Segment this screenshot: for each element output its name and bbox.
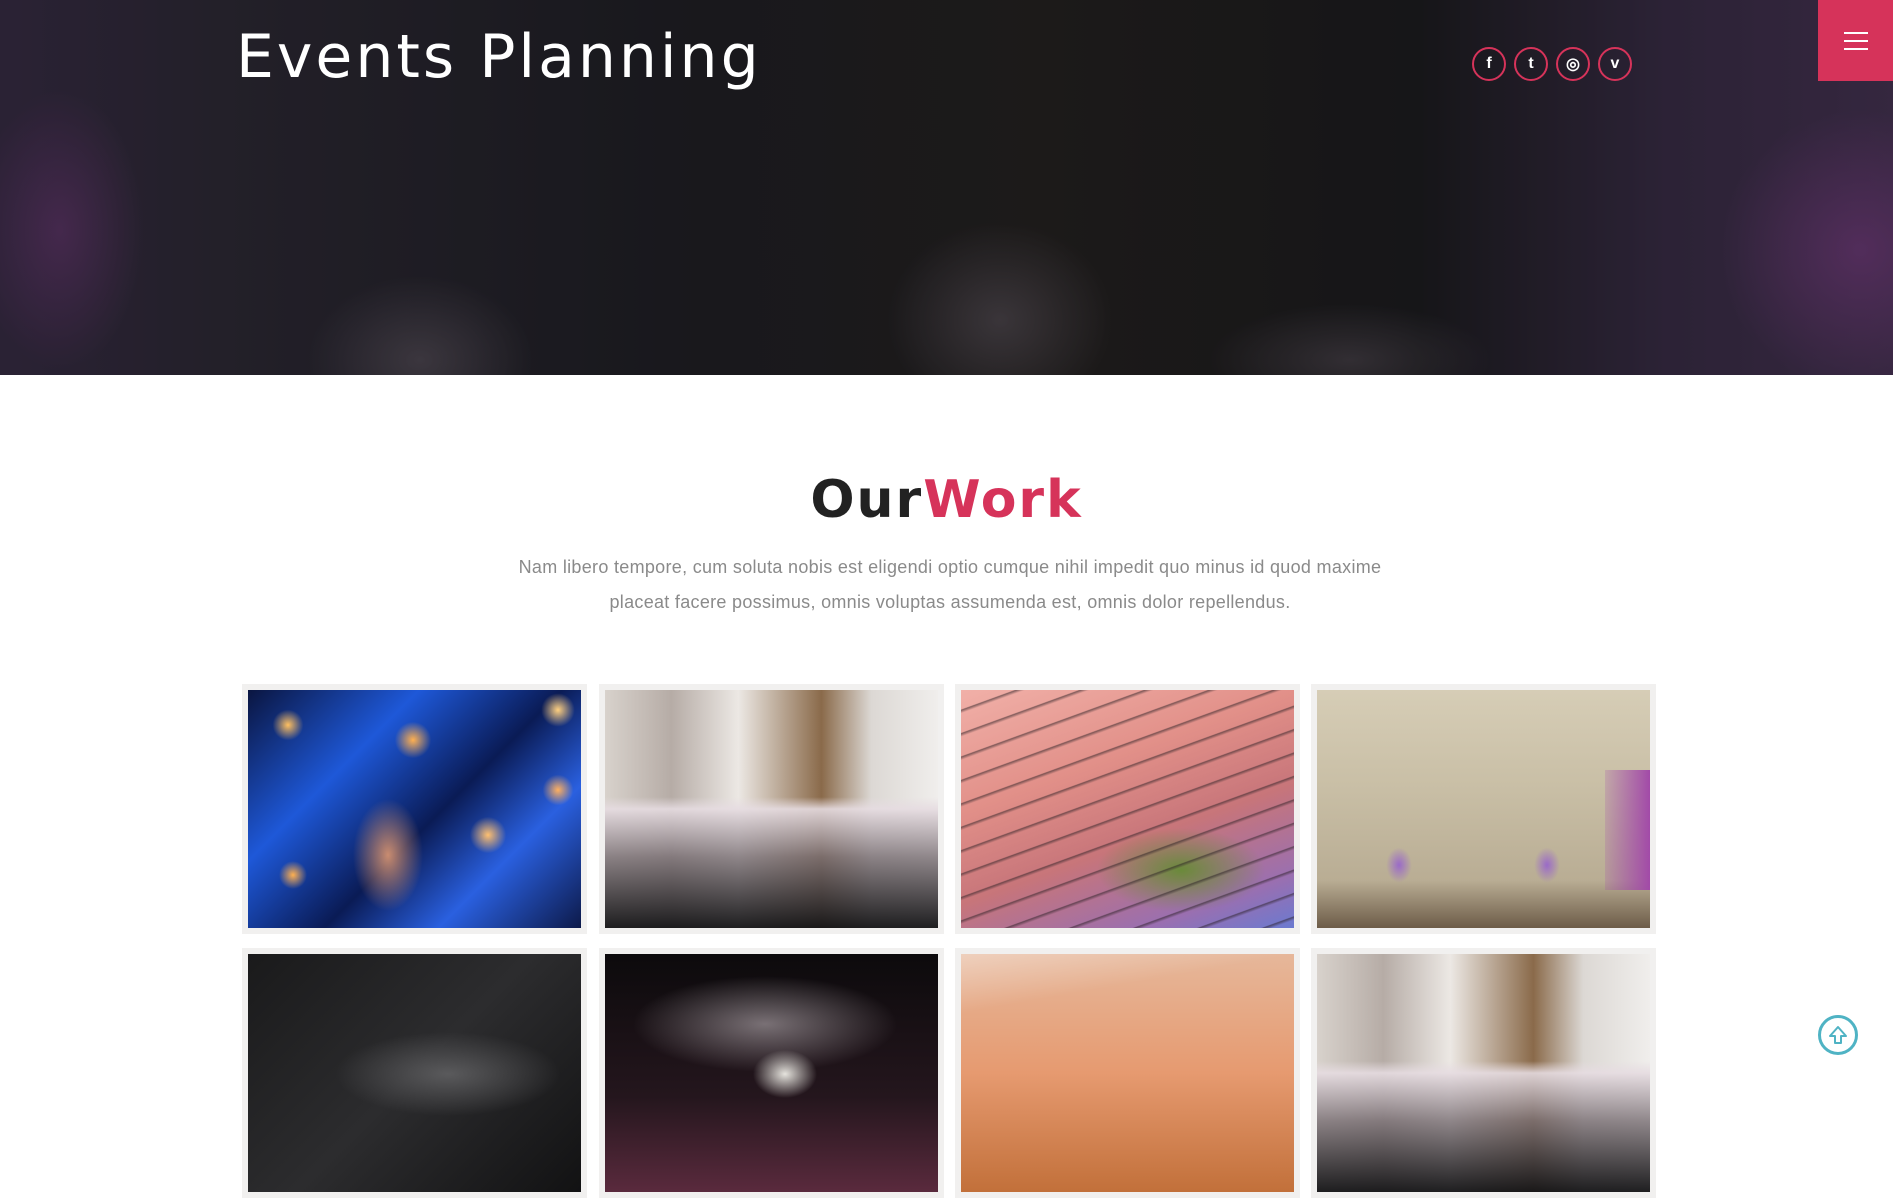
gallery-image (1317, 690, 1650, 928)
section-description: Nam libero tempore, cum soluta nobis est… (518, 557, 1382, 612)
gallery-item[interactable] (955, 948, 1300, 1198)
section-title: OurWork (0, 470, 1893, 530)
gallery-image (1317, 954, 1650, 1192)
site-title[interactable]: Events Planning (236, 22, 762, 92)
section-title-part1: Our (810, 470, 924, 530)
twitter-icon[interactable]: t (1514, 47, 1548, 81)
gallery-image (248, 954, 581, 1192)
gallery-item[interactable] (599, 948, 944, 1198)
gallery-image (248, 690, 581, 928)
gallery-item[interactable] (1311, 684, 1656, 934)
hero-banner: Events Planning f t ◎ v (0, 0, 1893, 375)
gallery-image (605, 954, 938, 1192)
gallery-item[interactable] (599, 684, 944, 934)
gallery-item[interactable] (242, 684, 587, 934)
gallery-item[interactable] (242, 948, 587, 1198)
menu-bar (1843, 31, 1868, 34)
social-links: f t ◎ v (1472, 47, 1632, 81)
menu-bar (1843, 39, 1868, 42)
facebook-icon[interactable]: f (1472, 47, 1506, 81)
vimeo-icon[interactable]: v (1598, 47, 1632, 81)
menu-bar (1843, 47, 1868, 50)
arrow-up-icon (1829, 1026, 1847, 1044)
gallery-image (961, 690, 1294, 928)
gallery-image (605, 690, 938, 928)
dribbble-icon[interactable]: ◎ (1556, 47, 1590, 81)
gallery-item[interactable] (955, 684, 1300, 934)
hamburger-menu-icon[interactable] (1818, 0, 1893, 81)
section-title-part2: Work (923, 470, 1083, 530)
gallery-image (961, 954, 1294, 1192)
arrow-up-circle-icon[interactable] (1818, 1015, 1858, 1055)
gallery-item[interactable] (1311, 948, 1656, 1198)
